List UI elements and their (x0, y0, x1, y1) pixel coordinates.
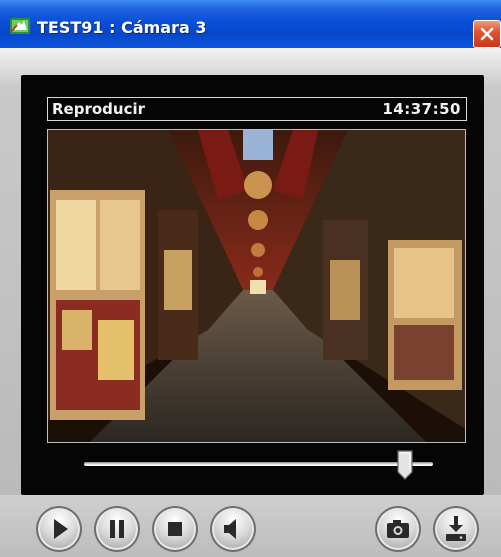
playback-time: 14:37:50 (382, 100, 461, 118)
speaker-icon (224, 519, 236, 539)
play-button[interactable] (36, 506, 82, 552)
close-icon (480, 27, 494, 41)
playback-status-label: Reproducir (52, 100, 146, 118)
window-title: TEST91 : Cámara 3 (37, 18, 207, 37)
download-icon (446, 516, 466, 541)
video-image (48, 130, 465, 442)
pause-button[interactable] (94, 506, 140, 552)
camera-window: TEST91 : Cámara 3 Reproducir 14:37:50 (0, 0, 501, 557)
stop-icon (168, 522, 182, 536)
camera-app-icon (9, 16, 31, 36)
camera-video-frame[interactable] (47, 129, 466, 443)
playback-slider-thumb[interactable] (397, 450, 413, 480)
camera-icon (387, 520, 409, 538)
player-status-bar: Reproducir 14:37:50 (47, 97, 467, 121)
stop-button[interactable] (152, 506, 198, 552)
audio-button[interactable] (210, 506, 256, 552)
playback-slider-track[interactable] (84, 462, 433, 466)
save-button[interactable] (433, 506, 479, 552)
play-icon (54, 519, 68, 539)
title-bar[interactable]: TEST91 : Cámara 3 (0, 0, 501, 48)
snapshot-button[interactable] (375, 506, 421, 552)
close-button[interactable] (473, 20, 501, 48)
pause-icon (110, 520, 124, 538)
